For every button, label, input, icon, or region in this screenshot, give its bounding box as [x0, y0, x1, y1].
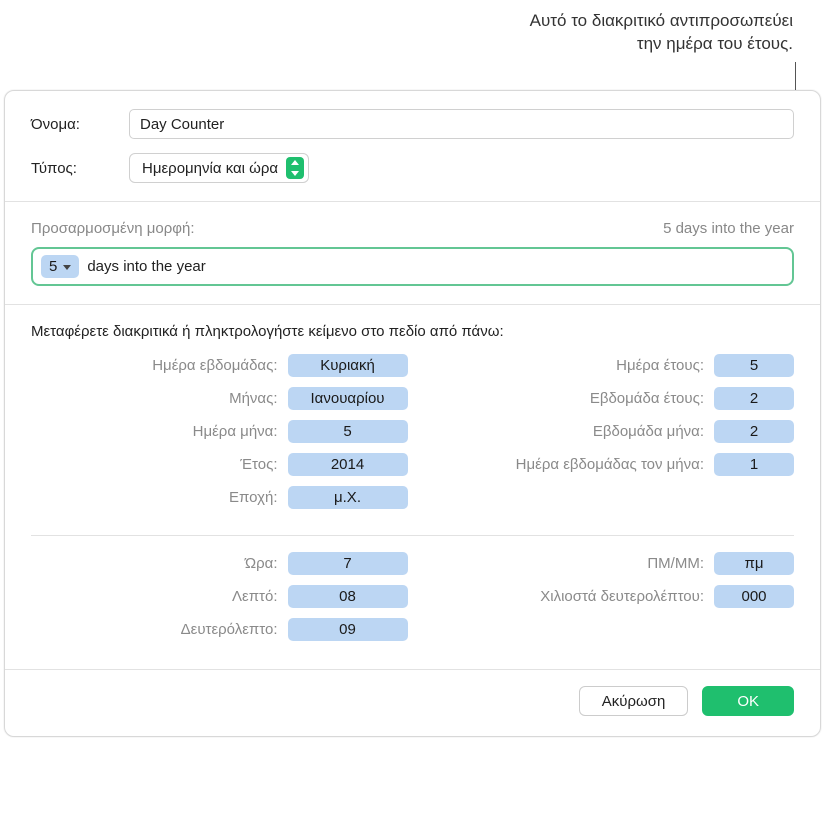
token-second[interactable]: 09: [288, 618, 408, 641]
format-label: Προσαρμοσμένη μορφή:: [31, 220, 195, 237]
format-section: Προσαρμοσμένη μορφή: 5 days into the yea…: [5, 202, 820, 305]
token-label: ΠΜ/ΜΜ:: [418, 555, 715, 572]
format-dialog: Όνομα: Τύπος: Ημερομηνία και ώρα Προσαρμ…: [4, 90, 821, 737]
format-trailing-text: days into the year: [87, 258, 205, 275]
chevron-down-icon: [63, 258, 71, 275]
token-label: Δευτερόλεπτο:: [31, 621, 288, 638]
token-value: 5: [49, 258, 57, 275]
token-label: Έτος:: [31, 456, 288, 473]
token-label: Μήνας:: [31, 390, 288, 407]
tokens-right-col: Ημέρα έτους:5 Εβδομάδα έτους:2 Εβδομάδα …: [418, 354, 795, 519]
token-label: Ημέρα έτους:: [418, 357, 715, 374]
token-label: Χιλιοστά δευτερολέπτου:: [418, 588, 715, 605]
callout-line1: Αυτό το διακριτικό αντιπροσωπεύει: [530, 10, 793, 33]
token-millisecond[interactable]: 000: [714, 585, 794, 608]
token-label: Ημέρα μήνα:: [31, 423, 288, 440]
token-year[interactable]: 2014: [288, 453, 408, 476]
tokens-left-col: Ημέρα εβδομάδας:Κυριακή Μήνας:Ιανουαρίου…: [31, 354, 408, 519]
token-month[interactable]: Ιανουαρίου: [288, 387, 408, 410]
type-select[interactable]: Ημερομηνία και ώρα: [129, 153, 309, 183]
tokens-instruction: Μεταφέρετε διακριτικά ή πληκτρολογήστε κ…: [31, 323, 794, 340]
token-label: Λεπτό:: [31, 588, 288, 605]
token-label: Εβδομάδα μήνα:: [418, 423, 715, 440]
header-section: Όνομα: Τύπος: Ημερομηνία και ώρα: [5, 91, 820, 202]
token-week-of-month[interactable]: 2: [714, 420, 794, 443]
name-input[interactable]: [129, 109, 794, 139]
format-field[interactable]: 5 days into the year: [31, 247, 794, 286]
cancel-button[interactable]: Ακύρωση: [579, 686, 689, 716]
tokens-time-right-col: ΠΜ/ΜΜ:πμ Χιλιοστά δευτερολέπτου:000: [418, 552, 795, 651]
type-select-value: Ημερομηνία και ώρα: [142, 160, 278, 177]
token-label: Εβδομάδα έτους:: [418, 390, 715, 407]
token-week-of-year[interactable]: 2: [714, 387, 794, 410]
token-day-of-year[interactable]: 5: [714, 354, 794, 377]
token-weekday-of-month[interactable]: 1: [714, 453, 794, 476]
tokens-time-left-col: Ώρα:7 Λεπτό:08 Δευτερόλεπτο:09: [31, 552, 408, 651]
token-label: Ημέρα εβδομάδας τον μήνα:: [418, 456, 715, 473]
dialog-footer: Ακύρωση OK: [5, 670, 820, 736]
type-label: Τύπος:: [31, 160, 119, 177]
token-weekday[interactable]: Κυριακή: [288, 354, 408, 377]
token-label: Ώρα:: [31, 555, 288, 572]
token-label: Εποχή:: [31, 489, 288, 506]
callout-line2: την ημέρα του έτους.: [530, 33, 793, 56]
format-token-day-of-year[interactable]: 5: [41, 255, 79, 278]
token-minute[interactable]: 08: [288, 585, 408, 608]
ok-button[interactable]: OK: [702, 686, 794, 716]
stepper-icon: [286, 157, 304, 179]
format-preview: 5 days into the year: [663, 220, 794, 237]
token-era[interactable]: μ.Χ.: [288, 486, 408, 509]
name-label: Όνομα:: [31, 116, 119, 133]
token-hour[interactable]: 7: [288, 552, 408, 575]
callout-annotation: Αυτό το διακριτικό αντιπροσωπεύει την ημ…: [530, 10, 793, 56]
tokens-section: Μεταφέρετε διακριτικά ή πληκτρολογήστε κ…: [5, 305, 820, 670]
token-day-of-month[interactable]: 5: [288, 420, 408, 443]
token-label: Ημέρα εβδομάδας:: [31, 357, 288, 374]
token-ampm[interactable]: πμ: [714, 552, 794, 575]
